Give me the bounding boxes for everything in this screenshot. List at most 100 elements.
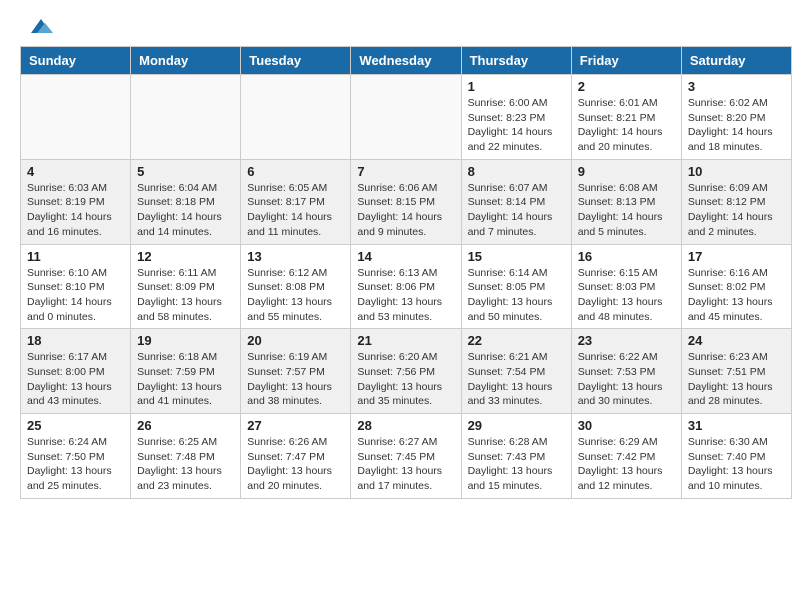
calendar-table: SundayMondayTuesdayWednesdayThursdayFrid… (20, 46, 792, 499)
day-info: Sunrise: 6:29 AM Sunset: 7:42 PM Dayligh… (578, 435, 675, 494)
day-info: Sunrise: 6:21 AM Sunset: 7:54 PM Dayligh… (468, 350, 565, 409)
calendar-day-header: Friday (571, 47, 681, 75)
day-number: 19 (137, 333, 234, 348)
calendar-cell: 15 Sunrise: 6:14 AM Sunset: 8:05 PM Dayli… (461, 244, 571, 329)
day-number: 22 (468, 333, 565, 348)
day-number: 5 (137, 164, 234, 179)
calendar-cell: 26 Sunrise: 6:25 AM Sunset: 7:48 PM Dayli… (131, 414, 241, 499)
day-info: Sunrise: 6:18 AM Sunset: 7:59 PM Dayligh… (137, 350, 234, 409)
calendar-cell (241, 75, 351, 160)
day-number: 16 (578, 249, 675, 264)
day-number: 6 (247, 164, 344, 179)
week-row: 4 Sunrise: 6:03 AM Sunset: 8:19 PM Daylig… (21, 159, 792, 244)
day-info: Sunrise: 6:23 AM Sunset: 7:51 PM Dayligh… (688, 350, 785, 409)
calendar-cell: 30 Sunrise: 6:29 AM Sunset: 7:42 PM Dayli… (571, 414, 681, 499)
calendar-cell (351, 75, 461, 160)
day-info: Sunrise: 6:06 AM Sunset: 8:15 PM Dayligh… (357, 181, 454, 240)
day-number: 20 (247, 333, 344, 348)
day-info: Sunrise: 6:02 AM Sunset: 8:20 PM Dayligh… (688, 96, 785, 155)
calendar-day-header: Tuesday (241, 47, 351, 75)
day-info: Sunrise: 6:28 AM Sunset: 7:43 PM Dayligh… (468, 435, 565, 494)
day-number: 2 (578, 79, 675, 94)
calendar-cell: 22 Sunrise: 6:21 AM Sunset: 7:54 PM Dayli… (461, 329, 571, 414)
day-info: Sunrise: 6:14 AM Sunset: 8:05 PM Dayligh… (468, 266, 565, 325)
calendar-cell: 19 Sunrise: 6:18 AM Sunset: 7:59 PM Dayli… (131, 329, 241, 414)
calendar-cell: 27Sunrise: 6:26 AM Sunset: 7:47 PM Dayli… (241, 414, 351, 499)
calendar-cell: 21 Sunrise: 6:20 AM Sunset: 7:56 PM Dayli… (351, 329, 461, 414)
day-info: Sunrise: 6:19 AM Sunset: 7:57 PM Dayligh… (247, 350, 344, 409)
day-info: Sunrise: 6:12 AM Sunset: 8:08 PM Dayligh… (247, 266, 344, 325)
calendar-cell: 16 Sunrise: 6:15 AM Sunset: 8:03 PM Dayli… (571, 244, 681, 329)
calendar-cell (131, 75, 241, 160)
calendar-cell: 17Sunrise: 6:16 AM Sunset: 8:02 PM Dayli… (681, 244, 791, 329)
calendar-cell: 24 Sunrise: 6:23 AM Sunset: 7:51 PM Dayli… (681, 329, 791, 414)
day-info: Sunrise: 6:03 AM Sunset: 8:19 PM Dayligh… (27, 181, 124, 240)
calendar-day-header: Thursday (461, 47, 571, 75)
day-number: 15 (468, 249, 565, 264)
calendar-wrapper: SundayMondayTuesdayWednesdayThursdayFrid… (0, 46, 792, 509)
day-number: 21 (357, 333, 454, 348)
calendar-cell: 11Sunrise: 6:10 AM Sunset: 8:10 PM Dayli… (21, 244, 131, 329)
day-number: 14 (357, 249, 454, 264)
day-info: Sunrise: 6:25 AM Sunset: 7:48 PM Dayligh… (137, 435, 234, 494)
calendar-cell: 29Sunrise: 6:28 AM Sunset: 7:43 PM Dayli… (461, 414, 571, 499)
day-info: Sunrise: 6:04 AM Sunset: 8:18 PM Dayligh… (137, 181, 234, 240)
day-info: Sunrise: 6:09 AM Sunset: 8:12 PM Dayligh… (688, 181, 785, 240)
day-number: 31 (688, 418, 785, 433)
week-row: 11Sunrise: 6:10 AM Sunset: 8:10 PM Dayli… (21, 244, 792, 329)
day-number: 30 (578, 418, 675, 433)
week-row: 1Sunrise: 6:00 AM Sunset: 8:23 PM Daylig… (21, 75, 792, 160)
calendar-day-header: Sunday (21, 47, 131, 75)
calendar-day-header: Saturday (681, 47, 791, 75)
day-number: 26 (137, 418, 234, 433)
week-row: 25 Sunrise: 6:24 AM Sunset: 7:50 PM Dayli… (21, 414, 792, 499)
day-info: Sunrise: 6:07 AM Sunset: 8:14 PM Dayligh… (468, 181, 565, 240)
day-number: 10 (688, 164, 785, 179)
calendar-cell: 31 Sunrise: 6:30 AM Sunset: 7:40 PM Dayli… (681, 414, 791, 499)
day-number: 4 (27, 164, 124, 179)
calendar-cell: 5 Sunrise: 6:04 AM Sunset: 8:18 PM Daylig… (131, 159, 241, 244)
day-info: Sunrise: 6:15 AM Sunset: 8:03 PM Dayligh… (578, 266, 675, 325)
day-number: 25 (27, 418, 124, 433)
calendar-cell: 6Sunrise: 6:05 AM Sunset: 8:17 PM Daylig… (241, 159, 351, 244)
page-header (0, 0, 792, 46)
calendar-cell: 7 Sunrise: 6:06 AM Sunset: 8:15 PM Daylig… (351, 159, 461, 244)
calendar-cell: 28Sunrise: 6:27 AM Sunset: 7:45 PM Dayli… (351, 414, 461, 499)
day-number: 13 (247, 249, 344, 264)
day-info: Sunrise: 6:11 AM Sunset: 8:09 PM Dayligh… (137, 266, 234, 325)
day-number: 9 (578, 164, 675, 179)
calendar-cell: 1Sunrise: 6:00 AM Sunset: 8:23 PM Daylig… (461, 75, 571, 160)
calendar-cell: 25 Sunrise: 6:24 AM Sunset: 7:50 PM Dayli… (21, 414, 131, 499)
calendar-cell (21, 75, 131, 160)
calendar-header-row: SundayMondayTuesdayWednesdayThursdayFrid… (21, 47, 792, 75)
calendar-cell: 10 Sunrise: 6:09 AM Sunset: 8:12 PM Dayli… (681, 159, 791, 244)
calendar-cell: 8 Sunrise: 6:07 AM Sunset: 8:14 PM Daylig… (461, 159, 571, 244)
day-info: Sunrise: 6:20 AM Sunset: 7:56 PM Dayligh… (357, 350, 454, 409)
day-info: Sunrise: 6:13 AM Sunset: 8:06 PM Dayligh… (357, 266, 454, 325)
day-info: Sunrise: 6:17 AM Sunset: 8:00 PM Dayligh… (27, 350, 124, 409)
calendar-cell: 4 Sunrise: 6:03 AM Sunset: 8:19 PM Daylig… (21, 159, 131, 244)
day-info: Sunrise: 6:30 AM Sunset: 7:40 PM Dayligh… (688, 435, 785, 494)
day-number: 24 (688, 333, 785, 348)
logo (20, 15, 53, 41)
day-number: 8 (468, 164, 565, 179)
day-number: 23 (578, 333, 675, 348)
day-number: 17 (688, 249, 785, 264)
calendar-cell: 2 Sunrise: 6:01 AM Sunset: 8:21 PM Daylig… (571, 75, 681, 160)
logo-icon (23, 11, 53, 41)
day-info: Sunrise: 6:01 AM Sunset: 8:21 PM Dayligh… (578, 96, 675, 155)
day-number: 27 (247, 418, 344, 433)
day-number: 7 (357, 164, 454, 179)
day-number: 28 (357, 418, 454, 433)
day-info: Sunrise: 6:24 AM Sunset: 7:50 PM Dayligh… (27, 435, 124, 494)
calendar-cell: 3Sunrise: 6:02 AM Sunset: 8:20 PM Daylig… (681, 75, 791, 160)
calendar-day-header: Monday (131, 47, 241, 75)
calendar-cell: 9Sunrise: 6:08 AM Sunset: 8:13 PM Daylig… (571, 159, 681, 244)
day-info: Sunrise: 6:00 AM Sunset: 8:23 PM Dayligh… (468, 96, 565, 155)
calendar-cell: 20 Sunrise: 6:19 AM Sunset: 7:57 PM Dayli… (241, 329, 351, 414)
day-info: Sunrise: 6:22 AM Sunset: 7:53 PM Dayligh… (578, 350, 675, 409)
day-number: 11 (27, 249, 124, 264)
day-number: 18 (27, 333, 124, 348)
calendar-day-header: Wednesday (351, 47, 461, 75)
calendar-cell: 13 Sunrise: 6:12 AM Sunset: 8:08 PM Dayli… (241, 244, 351, 329)
